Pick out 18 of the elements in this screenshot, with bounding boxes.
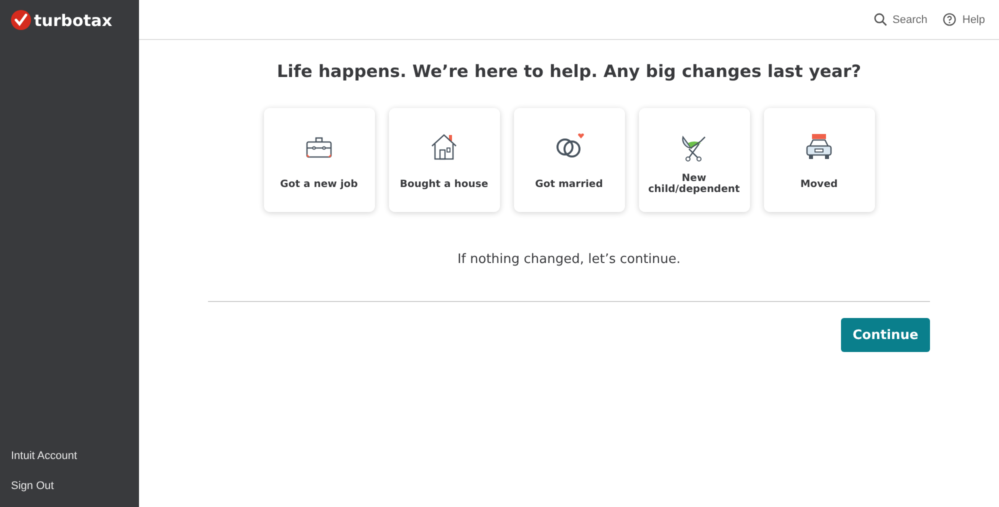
sidebar-link[interactable]: Sign Out [0,471,139,501]
continue-button[interactable]: Continue [841,318,930,352]
life-event-card[interactable]: Got a new job [264,108,374,212]
life-event-card[interactable]: Got married [514,108,624,212]
help-link[interactable]: Help [943,13,985,26]
search-link[interactable]: Search [874,13,928,26]
checkmark-logo-icon [11,10,31,30]
life-event-card[interactable]: New child/dependent [638,108,750,212]
sidebar-link[interactable]: Intuit Account [0,441,139,471]
search-icon [874,13,887,26]
house-icon [429,132,459,162]
continue-prompt: If nothing changed, let’s continue. [456,252,682,267]
help-icon [943,13,956,26]
page-title: Life happens. We’re here to help. Any big changes last year? [276,62,862,82]
life-event-card[interactable]: Moved [764,108,874,212]
logo-text: turbotax [34,10,112,30]
life-event-card[interactable]: Bought a house [388,108,500,212]
car-with-boxes-icon [804,132,834,162]
